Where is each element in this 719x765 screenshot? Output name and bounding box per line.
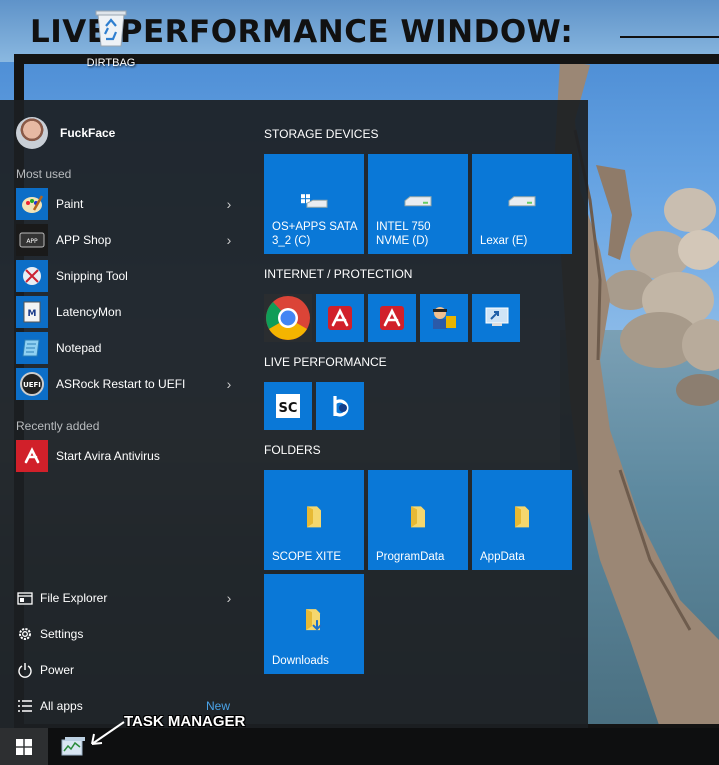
audio-app-icon	[333, 396, 349, 417]
drive-icon	[404, 196, 432, 207]
app-label: Paint	[56, 197, 84, 211]
snipping-tool-icon	[16, 260, 48, 292]
tile-label: Downloads	[272, 655, 329, 667]
app-app-shop[interactable]: APP APP Shop ›	[16, 224, 236, 256]
svg-text:APP: APP	[26, 238, 38, 245]
tile-security-tool[interactable]	[420, 294, 468, 342]
svg-text:UEFI: UEFI	[23, 381, 41, 389]
annotation-arrow-icon	[91, 721, 125, 745]
security-tool-icon	[433, 307, 456, 329]
tile-folder-appdata[interactable]: AppData	[472, 470, 572, 570]
recycle-bin[interactable]: DIRTBAG	[86, 8, 136, 69]
power-label: Power	[40, 663, 75, 677]
avira-icon	[380, 306, 404, 330]
downloads-folder-icon	[306, 609, 322, 631]
app-shop-icon: APP	[16, 224, 48, 256]
chrome-icon	[266, 296, 310, 340]
start-button[interactable]	[0, 728, 48, 765]
tile-chrome[interactable]	[264, 294, 312, 342]
app-latencymon[interactable]: M LatencyMon	[16, 296, 236, 328]
tile-label: SCOPE XITE	[272, 551, 342, 563]
chevron-right-icon[interactable]: ›	[222, 232, 236, 248]
new-badge: New	[206, 699, 231, 713]
list-icon	[16, 697, 34, 715]
tile-drive-e[interactable]: Lexar (E)	[472, 154, 572, 254]
remote-desktop-icon	[485, 307, 509, 326]
folder-icon	[411, 506, 425, 528]
user-name: FuckFace	[60, 126, 116, 140]
chevron-right-icon[interactable]: ›	[222, 376, 236, 392]
drive-icon	[508, 196, 536, 207]
uefi-icon: UEFI	[16, 368, 48, 400]
avatar	[16, 117, 48, 149]
latencymon-icon: M	[16, 296, 48, 328]
file-explorer-label: File Explorer	[40, 591, 108, 605]
task-manager-annotation: TASK MANAGER	[124, 713, 246, 730]
tile-label: AppData	[480, 551, 525, 563]
svg-text:M: M	[28, 309, 37, 319]
app-label: ASRock Restart to UEFI	[56, 377, 186, 391]
tile-label: INTEL 750 NVME (D)	[376, 221, 431, 247]
start-menu: FuckFace Most used Paint › APP APP Shop …	[0, 100, 588, 728]
app-label: LatencyMon	[56, 305, 122, 319]
tile-audio-app[interactable]	[316, 382, 364, 430]
windows-logo-icon	[16, 738, 32, 755]
notepad-icon	[16, 332, 48, 364]
app-label: APP Shop	[56, 233, 112, 247]
sc-icon: SC	[276, 394, 300, 418]
tile-avira-2[interactable]	[368, 294, 416, 342]
settings-item[interactable]: Settings	[16, 622, 236, 646]
folder-icon	[515, 506, 529, 528]
folder-icon	[307, 506, 321, 528]
svg-text:SC: SC	[279, 401, 298, 416]
most-used-heading: Most used	[16, 167, 72, 181]
app-label: Snipping Tool	[56, 269, 128, 283]
app-start-avira[interactable]: Start Avira Antivirus	[16, 440, 236, 472]
start-menu-left-column: FuckFace Most used Paint › APP APP Shop …	[0, 100, 248, 728]
tile-avira-1[interactable]	[316, 294, 364, 342]
tile-remote-desktop[interactable]	[472, 294, 520, 342]
recycle-bin-label: DIRTBAG	[86, 57, 136, 69]
power-icon	[16, 661, 34, 679]
tile-folder-programdata[interactable]: ProgramData	[368, 470, 468, 570]
recently-added-heading: Recently added	[16, 419, 100, 433]
tile-folder-scope-xite[interactable]: SCOPE XITE	[264, 470, 364, 570]
settings-label: Settings	[40, 627, 84, 641]
paint-icon	[16, 188, 48, 220]
app-paint[interactable]: Paint ›	[16, 188, 236, 220]
banner-underline	[620, 36, 719, 38]
tile-label: OS+APPS SATA 3_2 (C)	[272, 221, 357, 247]
avira-icon	[328, 306, 352, 330]
tile-label: Lexar (E)	[480, 235, 528, 247]
gear-icon	[16, 625, 34, 643]
avira-icon	[16, 440, 48, 472]
group-title-folders: FOLDERS	[264, 443, 321, 457]
app-asrock-restart-uefi[interactable]: UEFI ASRock Restart to UEFI ›	[16, 368, 236, 400]
file-explorer-item[interactable]: File Explorer ›	[16, 586, 236, 610]
group-title-storage: STORAGE DEVICES	[264, 127, 379, 141]
app-label: Start Avira Antivirus	[56, 449, 160, 463]
user-account[interactable]: FuckFace	[16, 117, 115, 149]
task-manager-icon[interactable]	[60, 734, 86, 760]
tile-drive-c[interactable]: OS+APPS SATA 3_2 (C)	[264, 154, 364, 254]
group-title-internet: INTERNET / PROTECTION	[264, 267, 413, 281]
power-item[interactable]: Power	[16, 658, 236, 682]
tile-folder-downloads[interactable]: Downloads	[264, 574, 364, 674]
recycle-bin-icon	[95, 10, 127, 47]
tile-sc[interactable]: SC	[264, 382, 312, 430]
tile-label: ProgramData	[376, 551, 445, 563]
file-explorer-icon	[16, 589, 34, 607]
app-notepad[interactable]: Notepad	[16, 332, 236, 364]
tile-drive-d[interactable]: INTEL 750 NVME (D)	[368, 154, 468, 254]
chevron-right-icon[interactable]: ›	[222, 590, 236, 606]
chevron-right-icon[interactable]: ›	[222, 196, 236, 212]
windows-drive-icon	[301, 194, 328, 208]
app-label: Notepad	[56, 341, 102, 355]
app-snipping-tool[interactable]: Snipping Tool	[16, 260, 236, 292]
group-title-live: LIVE PERFORMANCE	[264, 355, 387, 369]
